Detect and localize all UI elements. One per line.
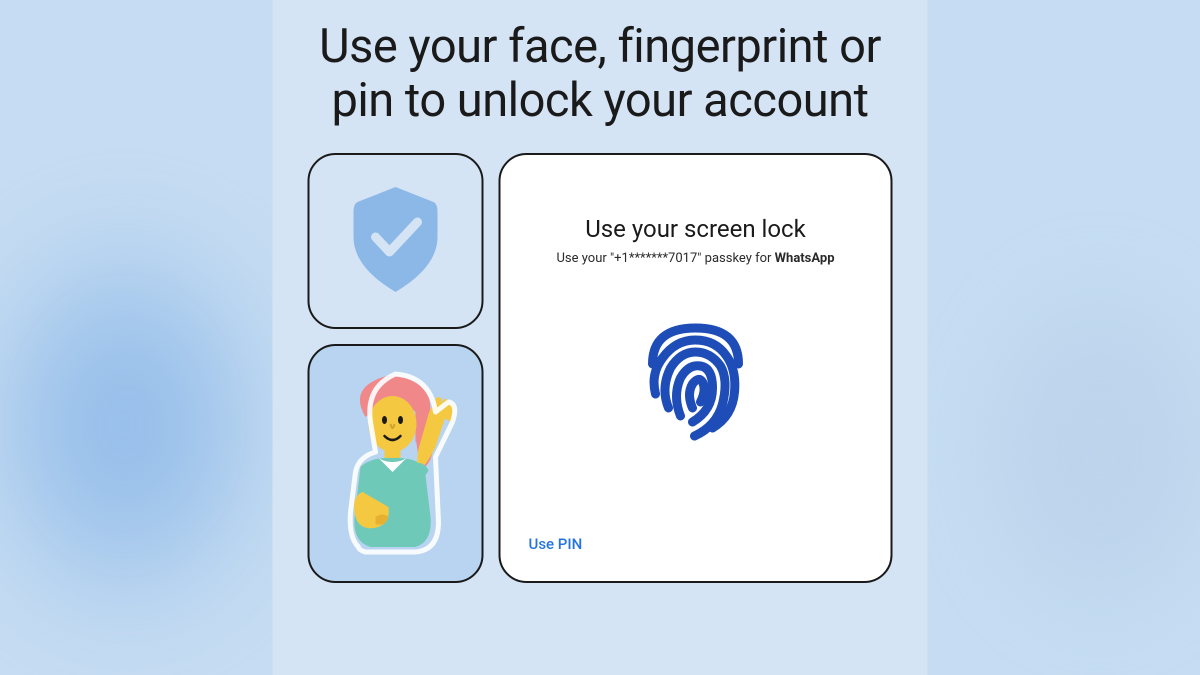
screen-lock-subtitle: Use your "+1*******7017" passkey for Wha… <box>556 251 834 266</box>
masked-phone: +1*******7017 <box>614 251 697 266</box>
headline: Use your face, fingerprint or pin to unl… <box>308 20 893 128</box>
waving-person-icon <box>321 362 471 566</box>
person-card <box>308 344 484 583</box>
screen-lock-card: Use your screen lock Use your "+1*******… <box>499 153 893 583</box>
shield-card <box>308 153 484 329</box>
card-grid: Use your screen lock Use your "+1*******… <box>308 153 893 583</box>
app-name: WhatsApp <box>775 251 835 266</box>
fingerprint-icon[interactable] <box>631 316 761 456</box>
background-blur-right <box>950 250 1200 650</box>
center-panel: Use your face, fingerprint or pin to unl… <box>273 0 928 675</box>
background-blur-left <box>0 200 300 650</box>
use-pin-button[interactable]: Use PIN <box>529 535 583 553</box>
shield-check-icon <box>346 182 446 301</box>
sub-prefix: Use your " <box>556 251 614 266</box>
sub-middle: " passkey for <box>697 251 774 266</box>
screen-lock-title: Use your screen lock <box>585 215 806 243</box>
